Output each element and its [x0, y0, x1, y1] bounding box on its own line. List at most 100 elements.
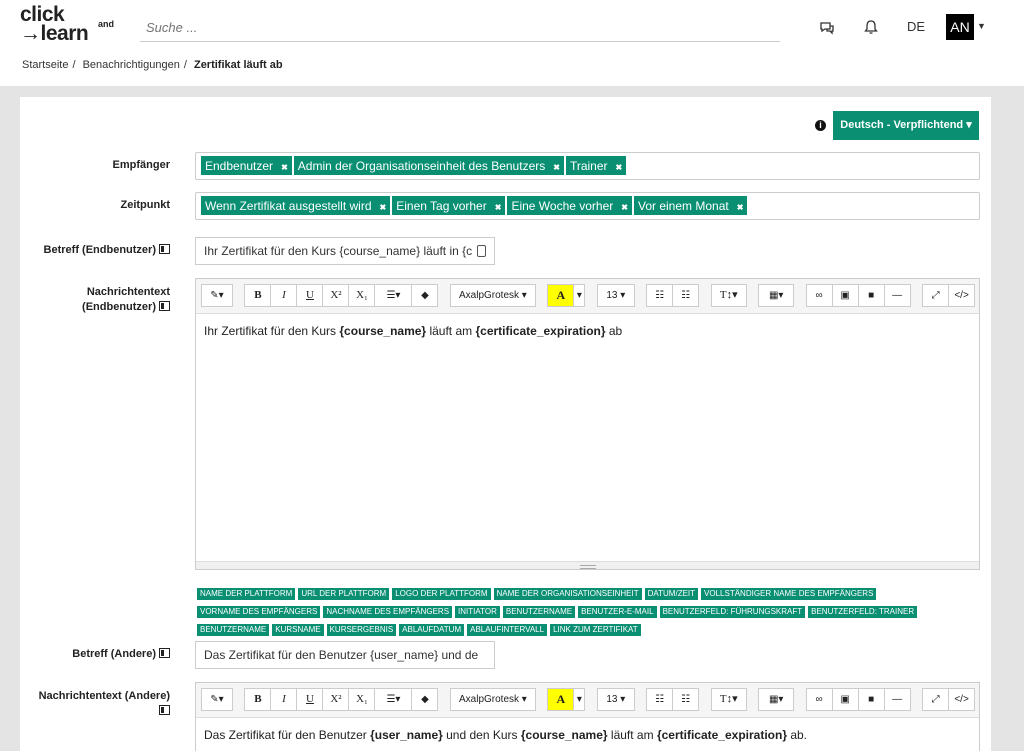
bell-icon[interactable] — [862, 18, 880, 36]
superscript-button[interactable]: X² — [322, 284, 350, 307]
placeholder-tag[interactable]: Nachname des Empfängers — [323, 606, 453, 618]
code-icon[interactable]: </> — [948, 284, 976, 307]
superscript-button[interactable]: X² — [322, 688, 350, 711]
align-dropdown[interactable]: ☰▾ — [374, 688, 413, 711]
unordered-list-icon[interactable]: ☷ — [646, 688, 674, 711]
align-dropdown[interactable]: ☰▾ — [374, 284, 413, 307]
text-color-button[interactable]: A — [547, 688, 575, 711]
placeholder-tag[interactable]: Link zum Zertifikat — [550, 624, 641, 636]
placeholder-tag[interactable]: Initiator — [455, 606, 500, 618]
editor-content[interactable]: Ihr Zertifikat für den Kurs {course_name… — [196, 314, 979, 348]
close-icon: ✖ — [621, 203, 628, 212]
ordered-list-icon[interactable]: ☷ — [672, 688, 700, 711]
eraser-icon[interactable]: ◆ — [411, 284, 439, 307]
font-size-dropdown[interactable]: 13 ▾ — [596, 284, 635, 307]
timing-label: Zeitpunkt — [120, 199, 171, 211]
top-bar: click and →learn DE AN ▼ — [0, 0, 1024, 56]
close-icon: ✖ — [736, 203, 744, 212]
image-icon[interactable]: ▣ — [831, 688, 859, 711]
italic-button[interactable]: I — [270, 688, 298, 711]
link-icon[interactable]: ∞ — [805, 284, 833, 307]
font-size-dropdown[interactable]: 13 ▾ — [596, 688, 635, 711]
bold-button[interactable]: B — [244, 688, 272, 711]
placeholder-tag[interactable]: Name der Organisationseinheit — [493, 588, 642, 600]
recipient-tag[interactable]: Admin der Organisationseinheit des Benut… — [293, 156, 564, 175]
placeholder-tag[interactable]: Benutzername — [197, 624, 270, 636]
recipient-tag[interactable]: Trainer ✖ — [565, 156, 627, 175]
placeholder-tag[interactable]: Benutzername — [502, 606, 576, 618]
message-enduser-editor[interactable]: ✎▾ B I U X² X₁ ☰▾ ◆ AxalpGrotesk ▾ A ▾ 13 ▾ ☷ ☷ … — [195, 278, 980, 570]
recipient-tag[interactable]: Endbenutzer ✖ — [201, 156, 292, 175]
placeholder-tag[interactable]: Logo der Plattform — [392, 588, 491, 600]
placeholder-tag[interactable]: Benutzer-E-Mail — [578, 606, 657, 618]
color-dropdown[interactable]: ▾ — [573, 688, 586, 711]
color-dropdown[interactable]: ▾ — [573, 284, 586, 307]
chat-icon[interactable] — [818, 18, 836, 36]
fullscreen-icon[interactable]: ⤢ — [922, 284, 950, 307]
subscript-button[interactable]: X₁ — [348, 688, 376, 711]
underline-button[interactable]: U — [296, 688, 324, 711]
hr-icon[interactable]: — — [883, 688, 911, 711]
timing-tag[interactable]: Wenn Zertifikat ausgestellt wird ✖ — [201, 196, 391, 215]
placeholder-tag[interactable]: Kursergebnis — [326, 624, 397, 636]
timing-tag[interactable]: Einen Tag vorher ✖ — [392, 196, 506, 215]
placeholder-tag[interactable]: Benutzerfeld: Trainer — [808, 606, 918, 618]
close-icon: ✖ — [281, 163, 288, 172]
editor-content[interactable]: Das Zertifikat für den Benutzer {user_na… — [196, 718, 979, 752]
placeholder-tag[interactable]: Ablaufdatum — [399, 624, 465, 636]
placeholder-tag[interactable]: Benutzerfeld: Führungskraft — [659, 606, 806, 618]
text-style-dropdown[interactable]: T↕▾ — [710, 284, 747, 307]
placeholder-tag[interactable]: Vorname des Empfängers — [197, 606, 321, 618]
placeholder-tag[interactable]: Datum/Zeit — [644, 588, 699, 600]
video-icon[interactable]: ■ — [857, 284, 885, 307]
editor-resize-handle[interactable] — [196, 561, 979, 569]
translate-icon — [159, 301, 170, 311]
placeholder-tag[interactable]: Ablaufintervall — [467, 624, 548, 636]
magic-icon[interactable]: ✎▾ — [201, 284, 233, 307]
image-icon[interactable]: ▣ — [831, 284, 859, 307]
table-icon[interactable]: ▦▾ — [758, 284, 795, 307]
text-style-dropdown[interactable]: T↕▾ — [710, 688, 747, 711]
subject-enduser-label: Betreff (Endbenutzer) — [20, 243, 170, 258]
search-input[interactable] — [140, 14, 780, 42]
table-icon[interactable]: ▦▾ — [758, 688, 795, 711]
language-dropdown-button[interactable]: Deutsch - Verpflichtend ▾ — [833, 111, 979, 140]
placeholder-tag[interactable]: Name der Plattform — [197, 588, 296, 600]
paste-icon — [477, 245, 486, 257]
logo[interactable]: click and →learn — [20, 4, 120, 46]
fullscreen-icon[interactable]: ⤢ — [922, 688, 950, 711]
italic-button[interactable]: I — [270, 284, 298, 307]
subscript-button[interactable]: X₁ — [348, 284, 376, 307]
timing-tag[interactable]: Vor einem Monat ✖ — [633, 196, 748, 215]
bold-button[interactable]: B — [244, 284, 272, 307]
underline-button[interactable]: U — [296, 284, 324, 307]
chevron-down-icon[interactable]: ▼ — [977, 21, 986, 31]
ordered-list-icon[interactable]: ☷ — [672, 284, 700, 307]
editor-toolbar: ✎▾ B I U X² X₁ ☰▾ ◆ AxalpGrotesk ▾ A ▾ 13 ▾ ☷ ☷ … — [196, 279, 979, 314]
eraser-icon[interactable]: ◆ — [411, 688, 439, 711]
magic-icon[interactable]: ✎▾ — [201, 688, 233, 711]
text-color-button[interactable]: A — [547, 284, 575, 307]
subject-other-input[interactable]: Das Zertifikat für den Benutzer {user_na… — [195, 641, 495, 669]
breadcrumb-home[interactable]: Startseite — [22, 59, 68, 71]
unordered-list-icon[interactable]: ☷ — [646, 284, 674, 307]
breadcrumb-notifications[interactable]: Benachrichtigungen — [83, 59, 180, 71]
code-icon[interactable]: </> — [948, 688, 976, 711]
close-icon: ✖ — [553, 163, 560, 172]
message-other-editor[interactable]: ✎▾ B I U X² X₁ ☰▾ ◆ AxalpGrotesk ▾ A ▾ 13 ▾ ☷ ☷ … — [195, 682, 980, 751]
recipients-field[interactable]: Endbenutzer ✖ Admin der Organisationseinhe… — [195, 152, 980, 180]
timing-tag[interactable]: Eine Woche vorher ✖ — [507, 196, 632, 215]
subject-enduser-input[interactable]: Ihr Zertifikat für den Kurs {course_name… — [195, 237, 495, 265]
language-switcher[interactable]: DE — [907, 19, 925, 34]
hr-icon[interactable]: — — [883, 284, 911, 307]
info-icon[interactable]: i — [815, 120, 826, 131]
placeholder-tag[interactable]: URL der Plattform — [298, 588, 390, 600]
timing-field[interactable]: Wenn Zertifikat ausgestellt wird ✖ Einen T… — [195, 192, 980, 220]
font-family-dropdown[interactable]: AxalpGrotesk ▾ — [449, 284, 536, 307]
font-family-dropdown[interactable]: AxalpGrotesk ▾ — [449, 688, 536, 711]
video-icon[interactable]: ■ — [857, 688, 885, 711]
avatar[interactable]: AN — [946, 14, 974, 40]
placeholder-tag[interactable]: Vollständiger Name des Empfängers — [701, 588, 877, 600]
placeholder-tag[interactable]: Kursname — [272, 624, 324, 636]
link-icon[interactable]: ∞ — [805, 688, 833, 711]
